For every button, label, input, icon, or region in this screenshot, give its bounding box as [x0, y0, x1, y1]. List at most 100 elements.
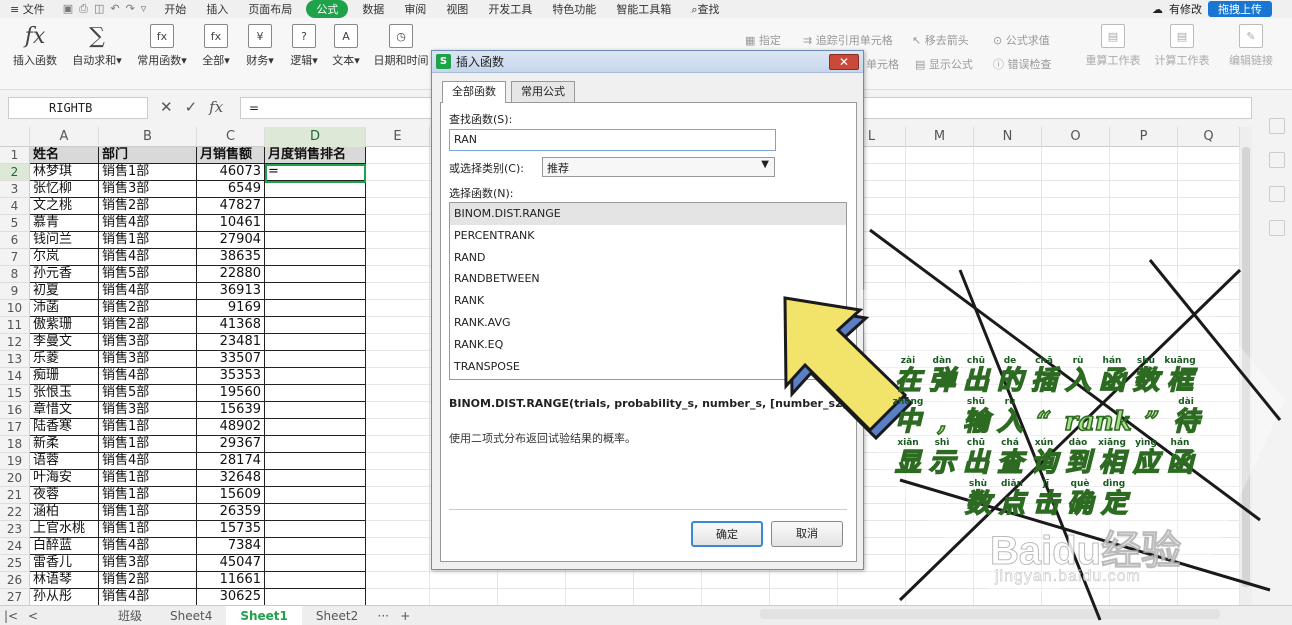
- finance-button[interactable]: ¥ 财务▾: [242, 24, 278, 68]
- row-header[interactable]: 12: [0, 334, 30, 351]
- scroll-thumb[interactable]: [1242, 147, 1250, 587]
- rank-cell[interactable]: [265, 232, 366, 249]
- column-header-d[interactable]: D: [265, 127, 366, 147]
- rank-cell[interactable]: [265, 385, 366, 402]
- name-cell[interactable]: 张恨玉: [30, 385, 99, 402]
- name-cell[interactable]: 慕青: [30, 215, 99, 232]
- row-header[interactable]: 21: [0, 487, 30, 504]
- cancel-button[interactable]: 取消: [771, 521, 843, 547]
- menu-data[interactable]: 数据: [352, 1, 394, 17]
- menu-insert[interactable]: 插入: [196, 1, 238, 17]
- department-cell[interactable]: 销售3部: [99, 402, 197, 419]
- rank-cell[interactable]: [265, 589, 366, 605]
- row-header[interactable]: 3: [0, 181, 30, 198]
- department-cell[interactable]: 销售4部: [99, 589, 197, 605]
- first-sheet-icon[interactable]: |<: [0, 609, 22, 623]
- row-header[interactable]: 20: [0, 470, 30, 487]
- department-cell[interactable]: 销售1部: [99, 419, 197, 436]
- name-cell[interactable]: 钱问兰: [30, 232, 99, 249]
- department-cell[interactable]: 销售2部: [99, 572, 197, 589]
- department-cell[interactable]: 销售3部: [99, 351, 197, 368]
- sheet-tab-3[interactable]: Sheet2: [302, 606, 372, 625]
- name-cell[interactable]: 上官水桃: [30, 521, 99, 538]
- fx-icon[interactable]: fx: [209, 98, 223, 116]
- function-list-item[interactable]: TRANSPOSE: [450, 356, 846, 378]
- rank-cell[interactable]: [265, 521, 366, 538]
- department-cell[interactable]: 销售1部: [99, 487, 197, 504]
- save-icon[interactable]: ▣: [63, 2, 73, 16]
- sales-cell[interactable]: 30625: [197, 589, 265, 605]
- side-icon-1[interactable]: [1269, 118, 1285, 134]
- sales-cell[interactable]: 6549: [197, 181, 265, 198]
- department-cell[interactable]: 销售1部: [99, 232, 197, 249]
- department-cell[interactable]: 销售5部: [99, 266, 197, 283]
- function-list-item[interactable]: RAND: [450, 247, 846, 269]
- department-cell[interactable]: 销售4部: [99, 249, 197, 266]
- formula-eval-button[interactable]: ⊙ 公式求值: [993, 32, 1050, 48]
- sheet-tab-1[interactable]: Sheet4: [156, 606, 226, 625]
- rank-cell[interactable]: [265, 249, 366, 266]
- recalc-sheet-button[interactable]: ▤ 重算工作表: [1078, 24, 1148, 68]
- column-header-b[interactable]: B: [99, 127, 197, 147]
- rank-cell[interactable]: [265, 334, 366, 351]
- sales-cell[interactable]: 33507: [197, 351, 265, 368]
- department-cell[interactable]: 销售1部: [99, 164, 197, 181]
- trace-precedents-button[interactable]: ⇉ 追踪引用单元格: [803, 32, 893, 48]
- print-icon[interactable]: ⎙: [79, 2, 88, 16]
- sales-cell[interactable]: 28174: [197, 453, 265, 470]
- column-header-e[interactable]: E: [366, 127, 430, 147]
- dialog-titlebar[interactable]: S 插入函数: [432, 51, 863, 73]
- row-header[interactable]: 27: [0, 589, 30, 605]
- menu-file[interactable]: ≡ 文件: [0, 1, 55, 17]
- name-cell[interactable]: 孙元香: [30, 266, 99, 283]
- dropdown-icon[interactable]: ▿: [141, 2, 147, 16]
- name-cell[interactable]: 傲紫珊: [30, 317, 99, 334]
- sales-cell[interactable]: 22880: [197, 266, 265, 283]
- name-cell[interactable]: 雷香儿: [30, 555, 99, 572]
- confirm-icon[interactable]: ✓: [185, 98, 198, 116]
- sales-cell[interactable]: 35353: [197, 368, 265, 385]
- row-header[interactable]: 10: [0, 300, 30, 317]
- tab-common-formulas[interactable]: 常用公式: [511, 81, 575, 102]
- function-list-item[interactable]: RANK.EQ: [450, 334, 846, 356]
- row-header[interactable]: 11: [0, 317, 30, 334]
- rank-cell[interactable]: [265, 300, 366, 317]
- prev-sheet-icon[interactable]: <: [22, 609, 44, 623]
- function-list-item[interactable]: BINOM.DIST.RANGE: [450, 203, 846, 225]
- row-header[interactable]: 19: [0, 453, 30, 470]
- rank-cell[interactable]: [265, 198, 366, 215]
- name-cell[interactable]: 林梦琪: [30, 164, 99, 181]
- redo-icon[interactable]: ↷: [126, 2, 135, 16]
- sheet-tab-2[interactable]: Sheet1: [226, 605, 302, 625]
- row-header[interactable]: 4: [0, 198, 30, 215]
- rank-cell[interactable]: [265, 402, 366, 419]
- trace-dependents-button[interactable]: 单元格: [866, 56, 899, 72]
- autosum-button[interactable]: ∑ 自动求和▾: [68, 24, 126, 68]
- row-header[interactable]: 22: [0, 504, 30, 521]
- department-cell[interactable]: 销售2部: [99, 317, 197, 334]
- side-icon-2[interactable]: [1269, 152, 1285, 168]
- row-header[interactable]: 24: [0, 538, 30, 555]
- department-cell[interactable]: 销售3部: [99, 334, 197, 351]
- name-cell[interactable]: 孙从彤: [30, 589, 99, 605]
- name-cell[interactable]: 文之桃: [30, 198, 99, 215]
- edit-links-button[interactable]: ✎ 编辑链接: [1222, 24, 1280, 68]
- name-cell[interactable]: 夜蓉: [30, 487, 99, 504]
- horizontal-scrollbar[interactable]: [760, 609, 1220, 619]
- department-cell[interactable]: 销售4部: [99, 368, 197, 385]
- menu-page-layout[interactable]: 页面布局: [238, 1, 302, 17]
- menu-developer[interactable]: 开发工具: [478, 1, 542, 17]
- rank-cell[interactable]: [265, 470, 366, 487]
- sales-cell[interactable]: 46073: [197, 164, 265, 181]
- row-header[interactable]: 5: [0, 215, 30, 232]
- row-header[interactable]: 7: [0, 249, 30, 266]
- sales-cell[interactable]: 15639: [197, 402, 265, 419]
- name-cell[interactable]: 林语琴: [30, 572, 99, 589]
- sales-cell[interactable]: 10461: [197, 215, 265, 232]
- header-cell[interactable]: 姓名: [30, 147, 99, 164]
- name-cell[interactable]: 章惜文: [30, 402, 99, 419]
- rank-cell[interactable]: [265, 436, 366, 453]
- department-cell[interactable]: 销售1部: [99, 521, 197, 538]
- all-functions-button[interactable]: fx 全部▾: [198, 24, 234, 68]
- sales-cell[interactable]: 45047: [197, 555, 265, 572]
